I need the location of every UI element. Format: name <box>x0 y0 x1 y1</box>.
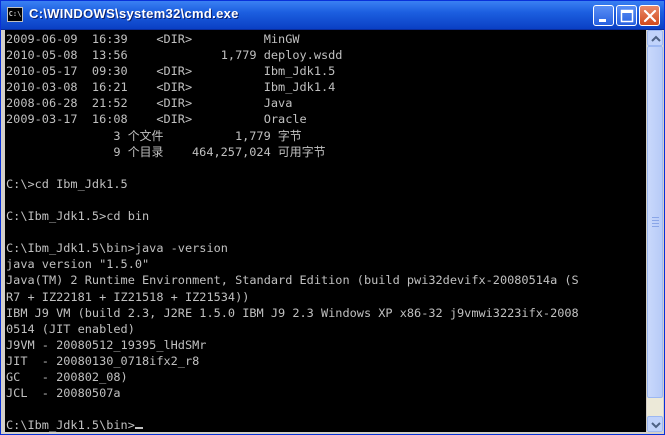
console-line: J9VM - 20080512_19395_lHdSMr <box>6 337 207 352</box>
console-line: Java(TM) 2 Runtime Environment, Standard… <box>6 273 579 288</box>
console-line: C:\Ibm_Jdk1.5\bin>java -version <box>6 241 228 256</box>
console-line: java version "1.5.0" <box>6 257 150 272</box>
console-line: 2008-06-28 21:52 <DIR> Java <box>6 96 293 111</box>
arrow-up-icon <box>651 35 661 42</box>
console-line: JIT - 20080130_0718ifx2_r8 <box>6 353 200 368</box>
console-line: 3 个文件 1,779 字节 <box>6 128 302 143</box>
console-line: 0514 (JIT enabled) <box>6 321 135 336</box>
minimize-icon <box>599 19 606 22</box>
console-line: 2009-03-17 16:08 <DIR> Oracle <box>6 112 307 127</box>
minimize-button[interactable] <box>593 5 614 26</box>
arrow-down-icon <box>651 422 661 429</box>
scroll-thumb[interactable] <box>647 46 663 398</box>
console-line: 2010-05-08 13:56 1,779 deploy.wsdd <box>6 48 343 63</box>
console-output[interactable]: 2009-06-09 16:39 <DIR> MinGW 2010-05-08 1… <box>5 30 646 432</box>
console-line: C:\Ibm_Jdk1.5>cd bin <box>6 209 150 224</box>
cmd-icon[interactable]: C:\ <box>7 7 23 22</box>
maximize-button[interactable] <box>616 5 637 26</box>
console-line: GC - 200802_08) <box>6 369 128 384</box>
scroll-up-button[interactable] <box>647 30 663 46</box>
close-icon <box>643 9 657 23</box>
console-lines: 2009-06-09 16:39 <DIR> MinGW 2010-05-08 1… <box>6 31 579 432</box>
console-line: 9 个目录 464,257,024 可用字节 <box>6 144 326 159</box>
console-line: 2010-05-17 09:30 <DIR> Ibm_Jdk1.5 <box>6 64 336 79</box>
console-line: JCL - 20080507a <box>6 386 121 401</box>
close-button[interactable] <box>639 5 660 26</box>
scroll-down-button[interactable] <box>647 416 663 432</box>
console-line: 2009-06-09 16:39 <DIR> MinGW <box>6 32 300 46</box>
console-line: C:\>cd Ibm_Jdk1.5 <box>6 176 128 191</box>
console-line: IBM J9 VM (build 2.3, J2RE 1.5.0 IBM J9 … <box>6 305 579 320</box>
window-title: C:\WINDOWS\system32\cmd.exe <box>29 6 239 21</box>
console-line: 2010-03-08 16:21 <DIR> Ibm_Jdk1.4 <box>6 80 336 95</box>
vertical-scrollbar[interactable] <box>647 30 663 432</box>
text-cursor <box>134 427 143 430</box>
command-prompt[interactable]: C:\Ibm_Jdk1.5\bin> <box>6 417 579 432</box>
title-bar[interactable]: C:\ C:\WINDOWS\system32\cmd.exe <box>1 1 664 30</box>
cmd-window: C:\ C:\WINDOWS\system32\cmd.exe 2009-06-… <box>0 0 665 435</box>
prompt-text: C:\Ibm_Jdk1.5\bin> <box>6 418 135 432</box>
maximize-icon <box>620 9 634 23</box>
console-line: R7 + IZ22181 + IZ21518 + IZ21534)) <box>6 289 250 304</box>
